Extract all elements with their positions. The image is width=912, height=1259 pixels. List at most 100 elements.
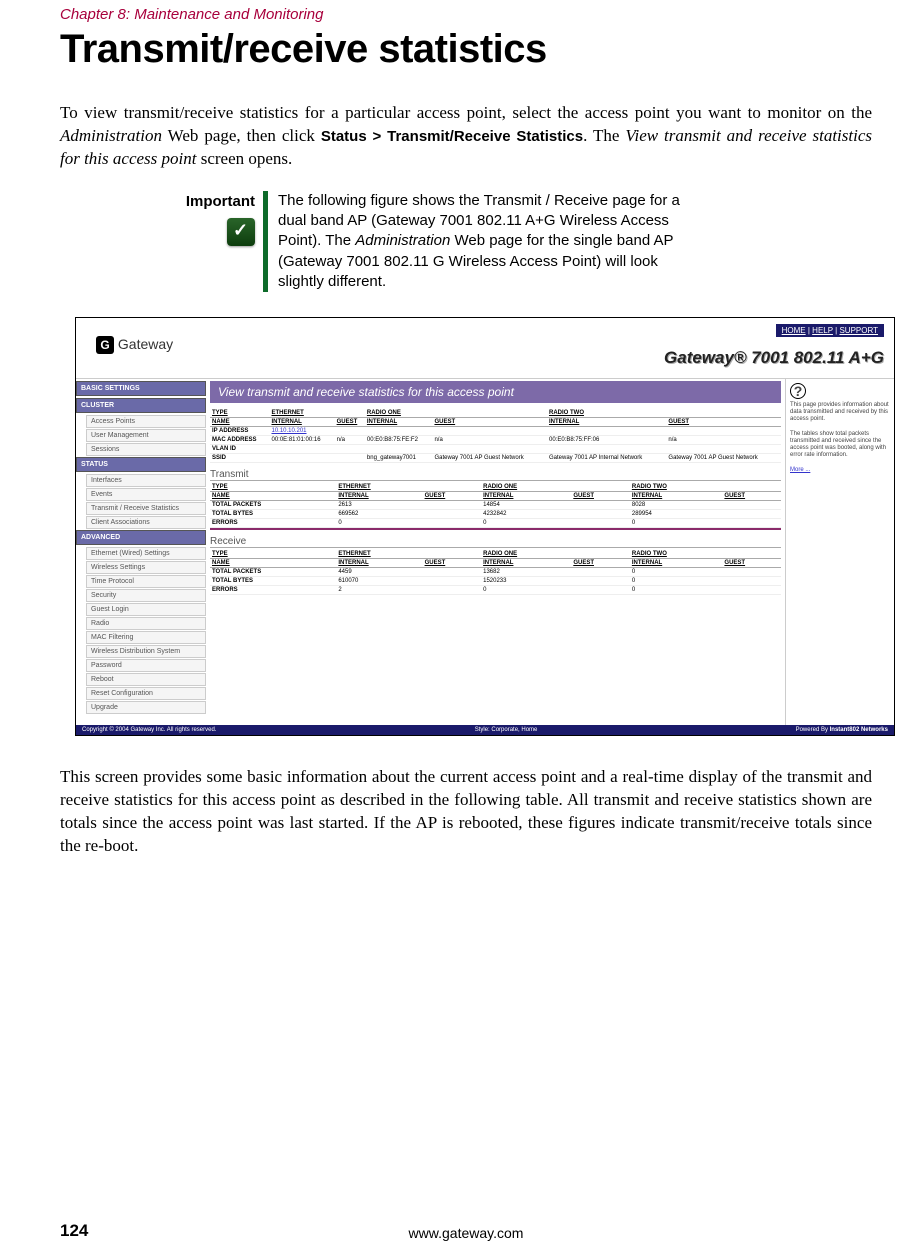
col-subheader: GUEST <box>423 559 482 568</box>
transmit-table: TYPEETHERNETRADIO ONERADIO TWONAMEINTERN… <box>210 483 781 528</box>
cell <box>571 501 630 510</box>
col-header <box>432 409 547 418</box>
cell: TOTAL BYTES <box>210 577 336 586</box>
cell <box>571 510 630 519</box>
cell: 4459 <box>336 568 422 577</box>
cell: 0 <box>481 519 571 528</box>
col-subheader: GUEST <box>666 418 781 427</box>
cell <box>423 519 482 528</box>
col-header: ETHERNET <box>336 483 422 492</box>
text: . The <box>583 126 625 145</box>
nav-item[interactable]: Guest Login <box>86 603 206 616</box>
col-subheader: INTERNAL <box>481 559 571 568</box>
logo-icon: G <box>96 336 114 354</box>
cell: IP ADDRESS <box>210 427 269 436</box>
receive-table: TYPEETHERNETRADIO ONERADIO TWONAMEINTERN… <box>210 550 781 595</box>
cell <box>432 445 547 454</box>
text: Status > Transmit/Receive Statistics <box>321 128 583 145</box>
nav-item[interactable]: User Management <box>86 429 206 442</box>
nav-section-header[interactable]: STATUS <box>76 457 206 472</box>
col-subheader: NAME <box>210 418 269 427</box>
cell: 00:E0:B8:75:FF:06 <box>547 436 666 445</box>
col-header <box>335 409 365 418</box>
nav-item[interactable]: Client Associations <box>86 516 206 529</box>
nav-item[interactable]: Security <box>86 589 206 602</box>
cell: 00:E0:B8:75:FE:F2 <box>365 436 433 445</box>
col-header: RADIO ONE <box>481 483 571 492</box>
cell: MAC ADDRESS <box>210 436 269 445</box>
cell <box>722 577 781 586</box>
link-help[interactable]: HELP <box>812 326 833 335</box>
footer-url: www.gateway.com <box>60 1225 872 1241</box>
cell: 0 <box>630 568 723 577</box>
cell <box>722 519 781 528</box>
more-link[interactable]: More ... <box>790 467 810 473</box>
col-subheader: INTERNAL <box>481 492 571 501</box>
nav-item[interactable]: Ethernet (Wired) Settings <box>86 547 206 560</box>
cell <box>269 454 334 463</box>
cell: TOTAL PACKETS <box>210 568 336 577</box>
cell: TOTAL BYTES <box>210 510 336 519</box>
nav-section-header[interactable]: CLUSTER <box>76 398 206 413</box>
sidebar-nav: BASIC SETTINGS CLUSTER Access PointsUser M… <box>76 379 206 725</box>
cell: ERRORS <box>210 586 336 595</box>
link-home[interactable]: HOME <box>782 326 806 335</box>
cell: ERRORS <box>210 519 336 528</box>
cell: 4232842 <box>481 510 571 519</box>
col-subheader: GUEST <box>335 418 365 427</box>
chapter-header: Chapter 8: Maintenance and Monitoring <box>60 0 872 27</box>
main-content: View transmit and receive statistics for… <box>206 379 785 725</box>
nav-item[interactable]: Reset Configuration <box>86 687 206 700</box>
col-subheader: INTERNAL <box>365 418 433 427</box>
cell <box>423 501 482 510</box>
ip-link[interactable]: 10.10.10.201 <box>271 428 306 434</box>
nav-item[interactable]: Reboot <box>86 673 206 686</box>
cell: 0 <box>630 519 723 528</box>
page-banner: View transmit and receive statistics for… <box>210 381 781 403</box>
link-support[interactable]: SUPPORT <box>839 326 878 335</box>
nav-item[interactable]: Radio <box>86 617 206 630</box>
col-header: TYPE <box>210 409 269 418</box>
nav-item[interactable]: Interfaces <box>86 474 206 487</box>
help-icon: ? <box>790 383 806 399</box>
cell <box>335 454 365 463</box>
closing-paragraph: This screen provides some basic informat… <box>60 766 872 858</box>
cell: TOTAL PACKETS <box>210 501 336 510</box>
col-subheader: INTERNAL <box>269 418 334 427</box>
col-header <box>722 483 781 492</box>
nav-item[interactable]: Events <box>86 488 206 501</box>
cell: SSID <box>210 454 269 463</box>
col-subheader: NAME <box>210 492 336 501</box>
nav-item[interactable]: Wireless Settings <box>86 561 206 574</box>
cell <box>423 586 482 595</box>
nav-section-header[interactable]: BASIC SETTINGS <box>76 381 206 396</box>
cell <box>722 510 781 519</box>
nav-item[interactable]: Time Protocol <box>86 575 206 588</box>
col-subheader: INTERNAL <box>630 559 723 568</box>
col-subheader: GUEST <box>571 492 630 501</box>
col-header: RADIO ONE <box>365 409 433 418</box>
nav-item[interactable]: Wireless Distribution System <box>86 645 206 658</box>
cell: 2 <box>336 586 422 595</box>
cell: 0 <box>336 519 422 528</box>
cell: 00:0E:81:01:00:16 <box>269 436 334 445</box>
nav-item[interactable]: Transmit / Receive Statistics <box>86 502 206 515</box>
col-header <box>423 550 482 559</box>
nav-item[interactable]: MAC Filtering <box>86 631 206 644</box>
col-header: TYPE <box>210 550 336 559</box>
nav-item[interactable]: Access Points <box>86 415 206 428</box>
cell <box>722 586 781 595</box>
col-subheader: NAME <box>210 559 336 568</box>
cell: n/a <box>335 436 365 445</box>
model-label: Gateway® 7001 802.11 A+G <box>664 348 884 368</box>
nav-section-header[interactable]: ADVANCED <box>76 530 206 545</box>
cell: VLAN ID <box>210 445 269 454</box>
cell <box>335 427 365 436</box>
cell: 0 <box>630 577 723 586</box>
cell <box>666 445 781 454</box>
cell: Gateway 7001 AP Guest Network <box>432 454 547 463</box>
nav-item[interactable]: Password <box>86 659 206 672</box>
nav-item[interactable]: Upgrade <box>86 701 206 714</box>
cell <box>666 427 781 436</box>
nav-item[interactable]: Sessions <box>86 443 206 456</box>
